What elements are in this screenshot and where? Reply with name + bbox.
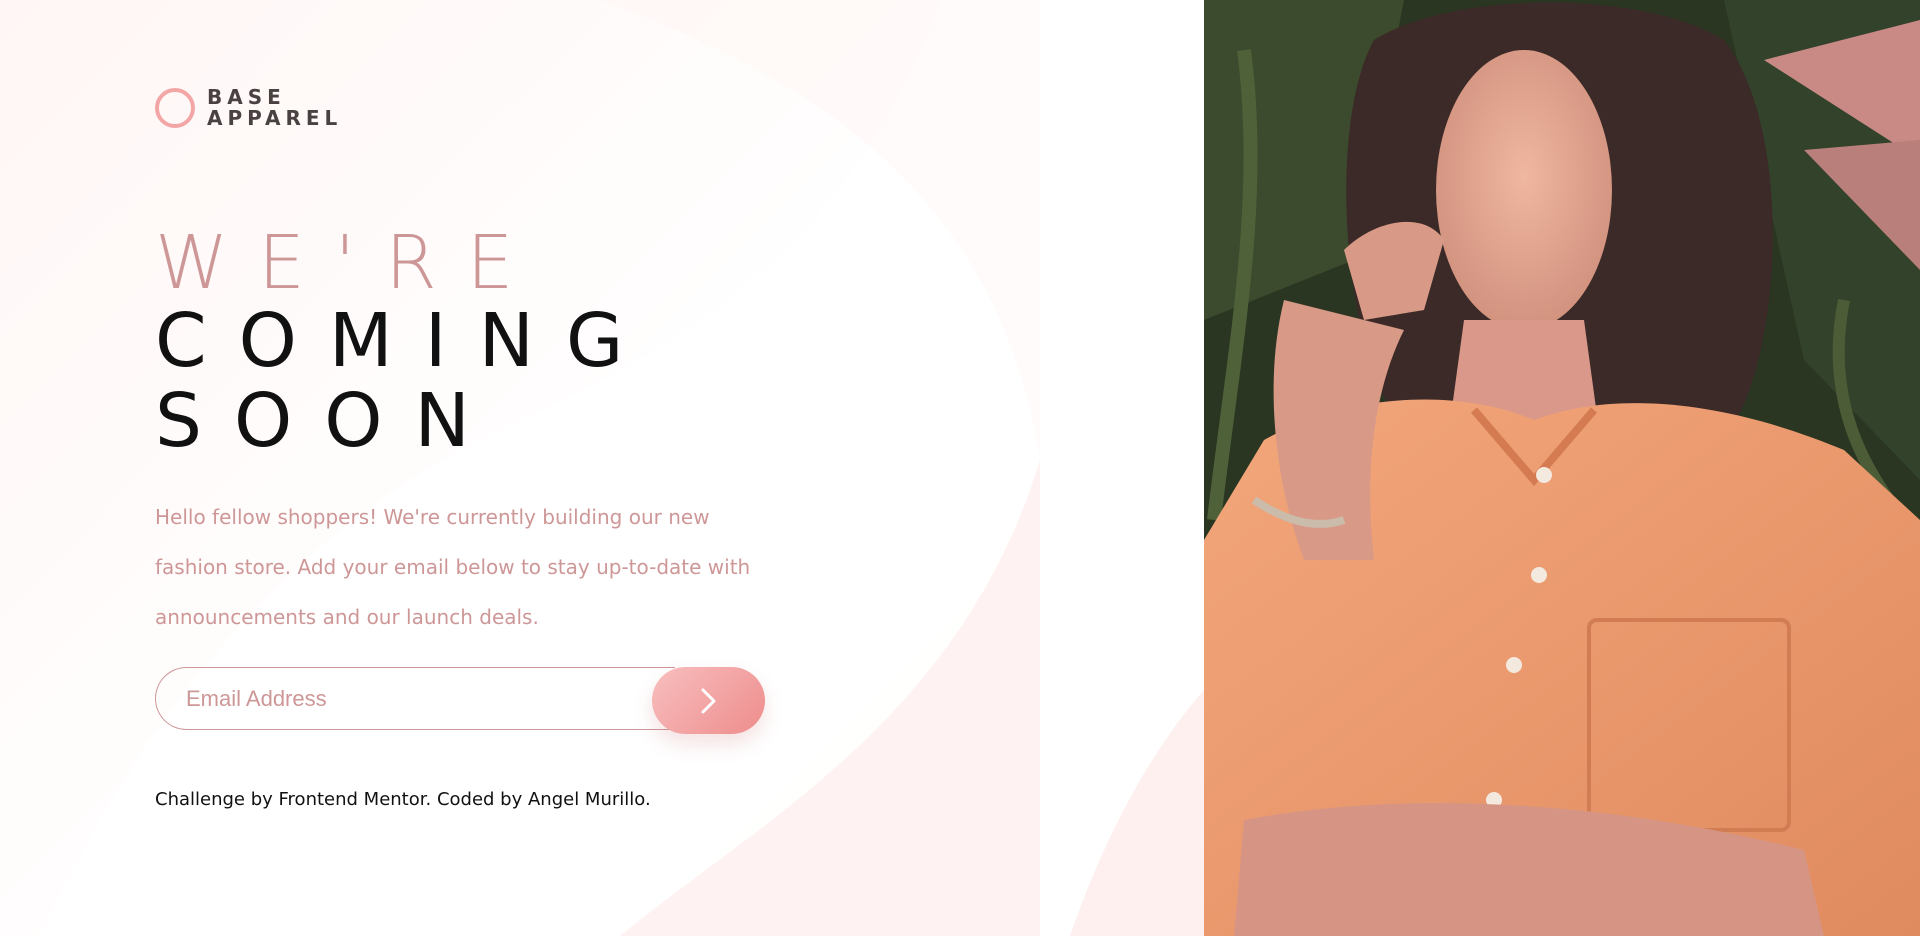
headline-line-3: SOON — [155, 378, 502, 464]
hero-photo-illustration — [1204, 0, 1920, 936]
left-panel: BASE APPAREL WE'RE COMING SOON Hello fel… — [0, 0, 1204, 936]
brand-name-line2: APPAREL — [207, 106, 343, 130]
chevron-right-icon — [701, 688, 715, 713]
brand-name: BASE APPAREL — [207, 87, 342, 129]
submit-button[interactable] — [652, 667, 765, 734]
footer-attribution: Challenge by Frontend Mentor. Coded by A… — [155, 789, 651, 810]
logo-circle-icon — [155, 88, 195, 128]
hero-photo — [1204, 0, 1920, 936]
subscribe-form — [155, 667, 765, 734]
intro-description: Hello fellow shoppers! We're currently b… — [155, 505, 751, 629]
brand-name-line1: BASE — [207, 85, 286, 109]
page-headline: WE'RE COMING SOON — [155, 225, 655, 461]
email-input[interactable] — [155, 667, 675, 730]
brand-logo[interactable]: BASE APPAREL — [155, 87, 342, 129]
headline-line-1: WE'RE — [155, 220, 544, 306]
headline-line-2: COMING — [155, 298, 656, 384]
